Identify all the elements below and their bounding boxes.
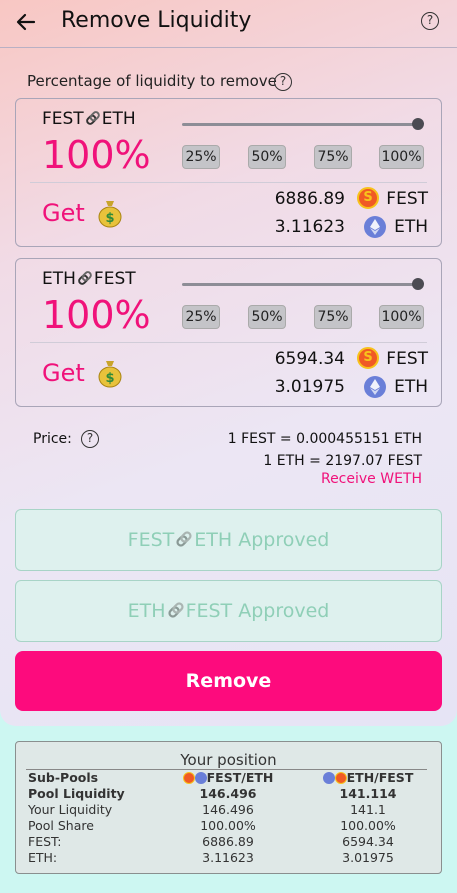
percentage-label: Percentage of liquidity to remove <box>27 72 277 90</box>
row-value-fest-eth: 100.00% <box>200 818 256 833</box>
price-help-icon[interactable]: ? <box>81 430 99 448</box>
percent-value: 100% <box>42 133 151 177</box>
position-row-eth: ETH: 3.11623 3.01975 <box>28 850 438 866</box>
token-fest-label: FEST <box>386 189 428 209</box>
pair-left-token: FEST <box>42 109 84 129</box>
link-icon <box>78 271 92 285</box>
get-label: Get <box>42 359 85 387</box>
fest-eth-header: FEST/ETH <box>173 770 283 785</box>
percent-slider[interactable] <box>182 278 424 290</box>
row-label: Pool Share <box>28 818 94 833</box>
row-label: Pool Liquidity <box>28 786 125 801</box>
price-eth-fest: 1 ETH = 2197.07 FEST <box>263 453 422 469</box>
eth-token-icon <box>364 216 386 238</box>
pair-left-token: ETH <box>42 269 76 289</box>
row-value-fest-eth: 3.11623 <box>202 850 254 865</box>
row-value-fest-eth: 6886.89 <box>202 834 254 849</box>
row-value-fest-eth: 146.496 <box>202 802 254 817</box>
pct-75-button[interactable]: 75% <box>314 305 352 329</box>
your-position-panel: Your position Sub-Pools FEST/ETH ETH/FES… <box>15 741 442 874</box>
row-value-eth-fest: 141.1 <box>350 802 386 817</box>
divider <box>30 342 427 343</box>
pool-box-eth-fest: ETH FEST 100% 25% 50% 75% 100% Get $ 6594… <box>15 258 442 407</box>
divider <box>30 182 427 183</box>
pool-box-fest-eth: FEST ETH 100% 25% 50% 75% 100% Get $ 6886… <box>15 98 442 247</box>
receive-weth-link[interactable]: Receive WETH <box>321 471 422 487</box>
pct-75-button[interactable]: 75% <box>314 145 352 169</box>
pct-25-button[interactable]: 25% <box>182 305 220 329</box>
amount-eth: 3.01975 <box>274 377 345 397</box>
back-arrow-icon[interactable] <box>14 10 38 34</box>
get-label: Get <box>42 199 85 227</box>
page-title: Remove Liquidity <box>61 8 252 33</box>
fest-token-icon: S <box>357 347 379 369</box>
percent-slider[interactable] <box>182 118 424 130</box>
approved-right-text: FEST Approved <box>185 600 330 622</box>
eth-fest-header: ETH/FEST <box>313 770 423 785</box>
price-fest-eth: 1 FEST = 0.000455151 ETH <box>227 431 422 447</box>
fest-eth-header-label: FEST/ETH <box>206 770 274 785</box>
pair-right-token: FEST <box>93 269 136 289</box>
row-value-eth-fest: 6594.34 <box>342 834 394 849</box>
position-row-pool-share: Pool Share 100.00% 100.00% <box>28 818 438 834</box>
svg-text:$: $ <box>105 211 114 226</box>
link-icon <box>176 531 192 547</box>
slider-thumb[interactable] <box>412 118 424 130</box>
amount-fest: 6594.34 <box>274 349 345 369</box>
row-value-fest-eth: 146.496 <box>199 786 257 801</box>
eth-token-icon <box>364 376 386 398</box>
eth-token-icon <box>194 772 207 784</box>
svg-text:$: $ <box>105 371 114 386</box>
position-header-row: Sub-Pools FEST/ETH ETH/FEST <box>28 770 438 786</box>
row-label: Your Liquidity <box>28 802 113 817</box>
row-value-eth-fest: 3.01975 <box>342 850 394 865</box>
pair-name: ETH FEST <box>42 269 136 289</box>
row-value-eth-fest: 100.00% <box>340 818 396 833</box>
fest-token-icon <box>182 772 195 784</box>
money-bag-icon: $ <box>98 201 122 228</box>
eth-fest-approved-button[interactable]: ETH FEST Approved <box>15 580 442 642</box>
pct-100-button[interactable]: 100% <box>379 305 424 329</box>
pair-right-token: ETH <box>101 109 136 129</box>
money-bag-icon: $ <box>98 361 122 388</box>
price-label: Price: <box>33 431 72 447</box>
token-eth-label: ETH <box>394 217 428 237</box>
position-row-fest: FEST: 6886.89 6594.34 <box>28 834 438 850</box>
fest-eth-approved-button[interactable]: FEST ETH Approved <box>15 509 442 571</box>
remove-liquidity-card: Remove Liquidity ? Percentage of liquidi… <box>0 0 457 726</box>
row-label: ETH: <box>28 850 58 865</box>
pct-50-button[interactable]: 50% <box>248 145 286 169</box>
amount-eth: 3.11623 <box>274 217 345 237</box>
slider-thumb[interactable] <box>412 278 424 290</box>
eth-fest-header-label: ETH/FEST <box>346 770 414 785</box>
row-label: FEST: <box>28 834 62 849</box>
link-icon <box>167 602 184 618</box>
subpools-header: Sub-Pools <box>28 770 99 785</box>
pct-50-button[interactable]: 50% <box>248 305 286 329</box>
pair-name: FEST ETH <box>42 109 136 129</box>
approved-right-text: ETH Approved <box>194 529 330 551</box>
position-row-your-liquidity: Your Liquidity 146.496 141.1 <box>28 802 438 818</box>
pct-25-button[interactable]: 25% <box>182 145 220 169</box>
link-icon <box>85 111 100 125</box>
fest-token-icon <box>334 772 347 784</box>
eth-token-icon <box>322 772 335 784</box>
approved-left-token: ETH <box>127 600 166 622</box>
help-icon[interactable]: ? <box>421 12 439 30</box>
token-eth-label: ETH <box>394 377 428 397</box>
pct-100-button[interactable]: 100% <box>379 145 424 169</box>
remove-button[interactable]: Remove <box>15 651 442 711</box>
row-value-eth-fest: 141.114 <box>339 786 397 801</box>
percentage-help-icon[interactable]: ? <box>274 73 292 91</box>
percent-value: 100% <box>42 293 151 337</box>
header: Remove Liquidity ? <box>0 0 457 48</box>
position-row-pool-liquidity: Pool Liquidity 146.496 141.114 <box>28 786 438 802</box>
fest-token-icon: S <box>357 187 379 209</box>
token-fest-label: FEST <box>386 349 428 369</box>
amount-fest: 6886.89 <box>274 189 345 209</box>
approved-left-token: FEST <box>127 529 175 551</box>
position-title: Your position <box>180 751 277 769</box>
